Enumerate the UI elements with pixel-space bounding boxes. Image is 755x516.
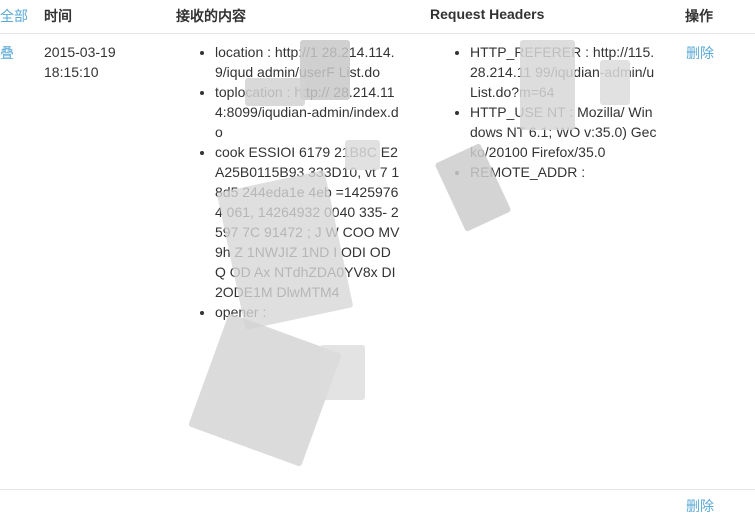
row-date: 2015-03-19 xyxy=(44,44,116,60)
select-all-link[interactable]: 全部 xyxy=(0,6,28,26)
collapse-link[interactable]: 叠 xyxy=(0,43,14,63)
column-header-time: 时间 xyxy=(44,8,72,24)
header-item-remote-addr: REMOTE_ADDR : xyxy=(470,162,657,182)
column-header-request-headers: Request Headers xyxy=(430,6,545,22)
row-divider xyxy=(0,489,755,490)
row-time: 18:15:10 xyxy=(44,64,99,80)
column-header-action: 操作 xyxy=(685,8,713,24)
header-divider xyxy=(0,33,755,34)
column-header-content: 接收的内容 xyxy=(176,8,246,24)
delete-button[interactable]: 删除 xyxy=(686,43,714,63)
delete-button-next[interactable]: 删除 xyxy=(686,496,714,516)
